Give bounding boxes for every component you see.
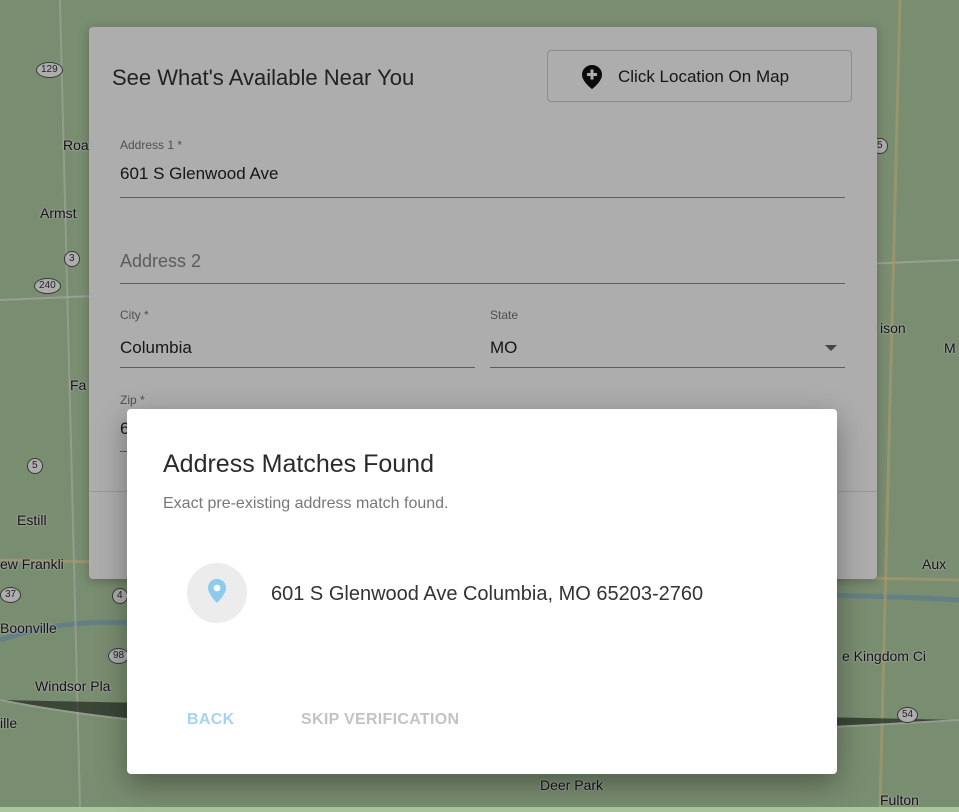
dialog-subtitle: Exact pre-existing address match found. — [163, 495, 449, 512]
back-button[interactable]: BACK — [187, 711, 234, 729]
location-pin-icon — [208, 578, 226, 608]
skip-verification-button[interactable]: SKIP VERIFICATION — [301, 711, 459, 729]
match-avatar — [187, 563, 247, 623]
match-address-text: 601 S Glenwood Ave Columbia, MO 65203-27… — [271, 583, 704, 605]
address-matches-dialog: Address Matches Found Exact pre-existing… — [127, 409, 837, 774]
address-match-item[interactable]: 601 S Glenwood Ave Columbia, MO 65203-27… — [187, 563, 807, 623]
dialog-title: Address Matches Found — [163, 450, 434, 478]
